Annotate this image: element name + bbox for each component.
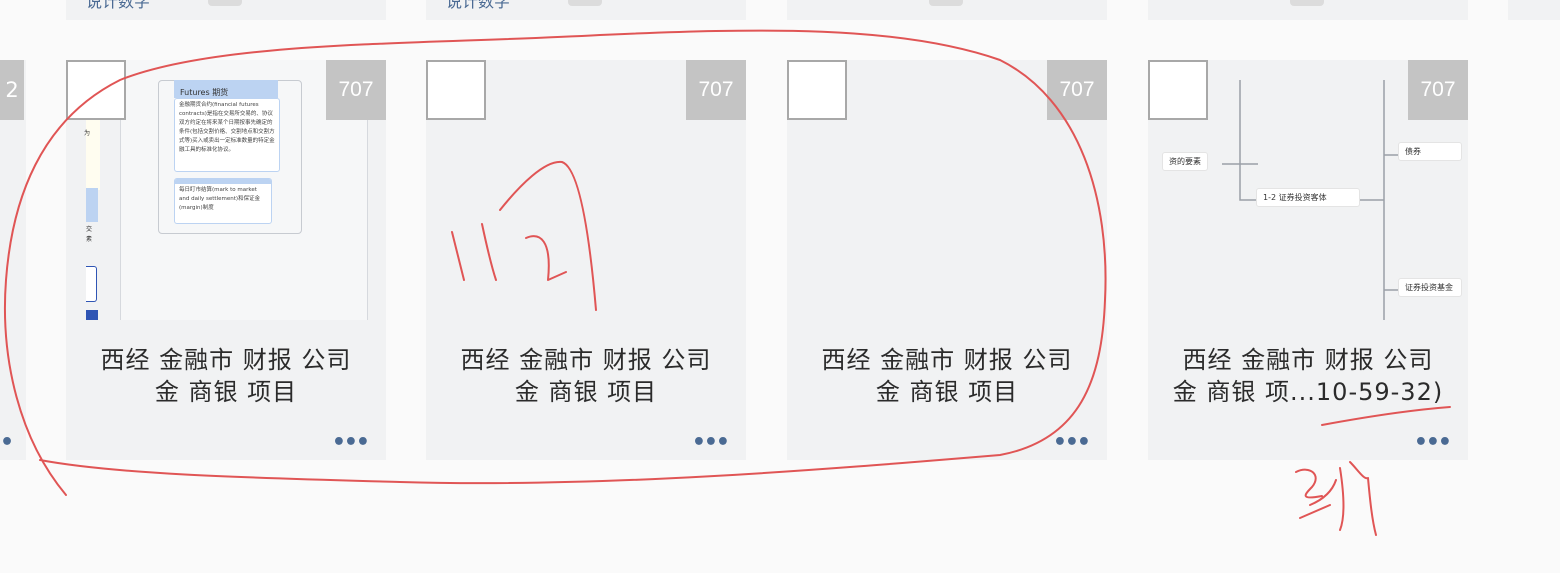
top-card-strip-4: •••: [1148, 0, 1468, 20]
top-card-more-button[interactable]: •••: [1414, 0, 1452, 9]
top-card-strip-5: [1508, 0, 1560, 20]
top-card-chip: [208, 0, 242, 6]
thumb-node-top-right: 债券: [1398, 142, 1462, 161]
partial-card-left[interactable]: 2 •: [0, 60, 26, 460]
ink-glyph-xin-2: [1339, 461, 1377, 536]
card-title[interactable]: 西经 金融市 财报 公司 金 商银 项目: [436, 344, 736, 408]
top-card-strip-3: •••: [787, 0, 1107, 20]
mindmap-card-3[interactable]: 707 西经 金融市 财报 公司 金 商银 项目 •••: [787, 60, 1107, 460]
mindmap-card-1[interactable]: Futures 期货 金融期货合约(financial futures cont…: [66, 60, 386, 460]
top-card-more-button[interactable]: •••: [1053, 0, 1091, 9]
card-title-line-1: 西经 金融市 财报 公司: [460, 346, 712, 374]
top-card-chip: [929, 0, 963, 6]
card-title-line-1: 西经 金融市 财报 公司: [100, 346, 352, 374]
thumb-side-box-1: [86, 266, 97, 302]
mindmap-card-2[interactable]: 707 西经 金融市 财报 公司 金 商银 项目 •••: [426, 60, 746, 460]
more-options-button[interactable]: •••: [332, 430, 370, 455]
card-title-line-1: 西经 金融市 财报 公司: [821, 346, 1073, 374]
top-card-label: 说计数字: [86, 0, 151, 11]
partial-card-more-button[interactable]: •: [0, 430, 14, 455]
thumb-header-text: Futures 期货: [180, 88, 229, 97]
top-card-more-button[interactable]: •••: [332, 0, 370, 9]
thumb-side-b: 交: [86, 226, 93, 233]
thumb-side-a: 为: [84, 130, 91, 137]
thumb-note-2-text: 每日盯市结算(mark to market and daily settleme…: [179, 187, 261, 211]
sheet-count-badge: 707: [326, 60, 386, 120]
thumb-side-box-2: [86, 310, 98, 320]
card-title-line-2: 金 商银 项目: [875, 378, 1019, 406]
thumb-note-2: 每日盯市结算(mark to market and daily settleme…: [174, 178, 272, 224]
thumb-note-1-text: 金融期货合约(financial futures contracts)是指在交易…: [179, 102, 275, 153]
top-card-label: 说计数字: [446, 0, 511, 11]
card-title-line-1: 西经 金融市 财报 公司: [1182, 346, 1434, 374]
more-options-button[interactable]: •••: [1414, 430, 1452, 455]
partial-card-count: 2: [0, 60, 24, 120]
mindmap-card-4[interactable]: 资的要素 1-2 证券投资客体 债券 证券投资基金 707 西经 金融市 财报 …: [1148, 60, 1468, 460]
card-title[interactable]: 西经 金融市 财报 公司 金 商银 项目: [797, 344, 1097, 408]
thumb-node-left: 资的要素: [1162, 152, 1208, 171]
card-mini-preview: [66, 60, 126, 120]
thumb-node-center: 1-2 证券投资客体: [1256, 188, 1360, 207]
card-title-line-2: 金 商银 项目: [514, 378, 658, 406]
card-mini-preview: [787, 60, 847, 120]
card-mini-preview: [426, 60, 486, 120]
sheet-count-badge: 707: [1408, 60, 1468, 120]
sheet-count-badge: 707: [686, 60, 746, 120]
top-card-chip: [568, 0, 602, 6]
card-title-line-2: 金 商银 项目: [154, 378, 298, 406]
thumb-side-blue: [86, 188, 98, 222]
card-title-line-2: 金 商银 项...10-59-32): [1172, 378, 1444, 406]
ink-glyph-xin-1: [1295, 468, 1337, 519]
top-card-chip: [1290, 0, 1324, 6]
top-card-more-button[interactable]: •••: [692, 0, 730, 9]
more-options-button[interactable]: •••: [1053, 430, 1091, 455]
more-options-button[interactable]: •••: [692, 430, 730, 455]
thumb-header: Futures 期货: [174, 80, 278, 98]
top-card-strip-2: 说计数字 •••: [426, 0, 746, 20]
top-card-strip-1: 说计数字 •••: [66, 0, 386, 20]
card-title[interactable]: 西经 金融市 财报 公司 金 商银 项目: [76, 344, 376, 408]
thumb-note-1: 金融期货合约(financial futures contracts)是指在交易…: [174, 98, 280, 172]
card-mini-preview: [1148, 60, 1208, 120]
thumb-side-c: 素: [86, 236, 93, 243]
sheet-count-badge: 707: [1047, 60, 1107, 120]
thumb-node-bottom-right: 证券投资基金: [1398, 278, 1462, 297]
card-title[interactable]: 西经 金融市 财报 公司 金 商银 项...10-59-32): [1158, 344, 1458, 408]
